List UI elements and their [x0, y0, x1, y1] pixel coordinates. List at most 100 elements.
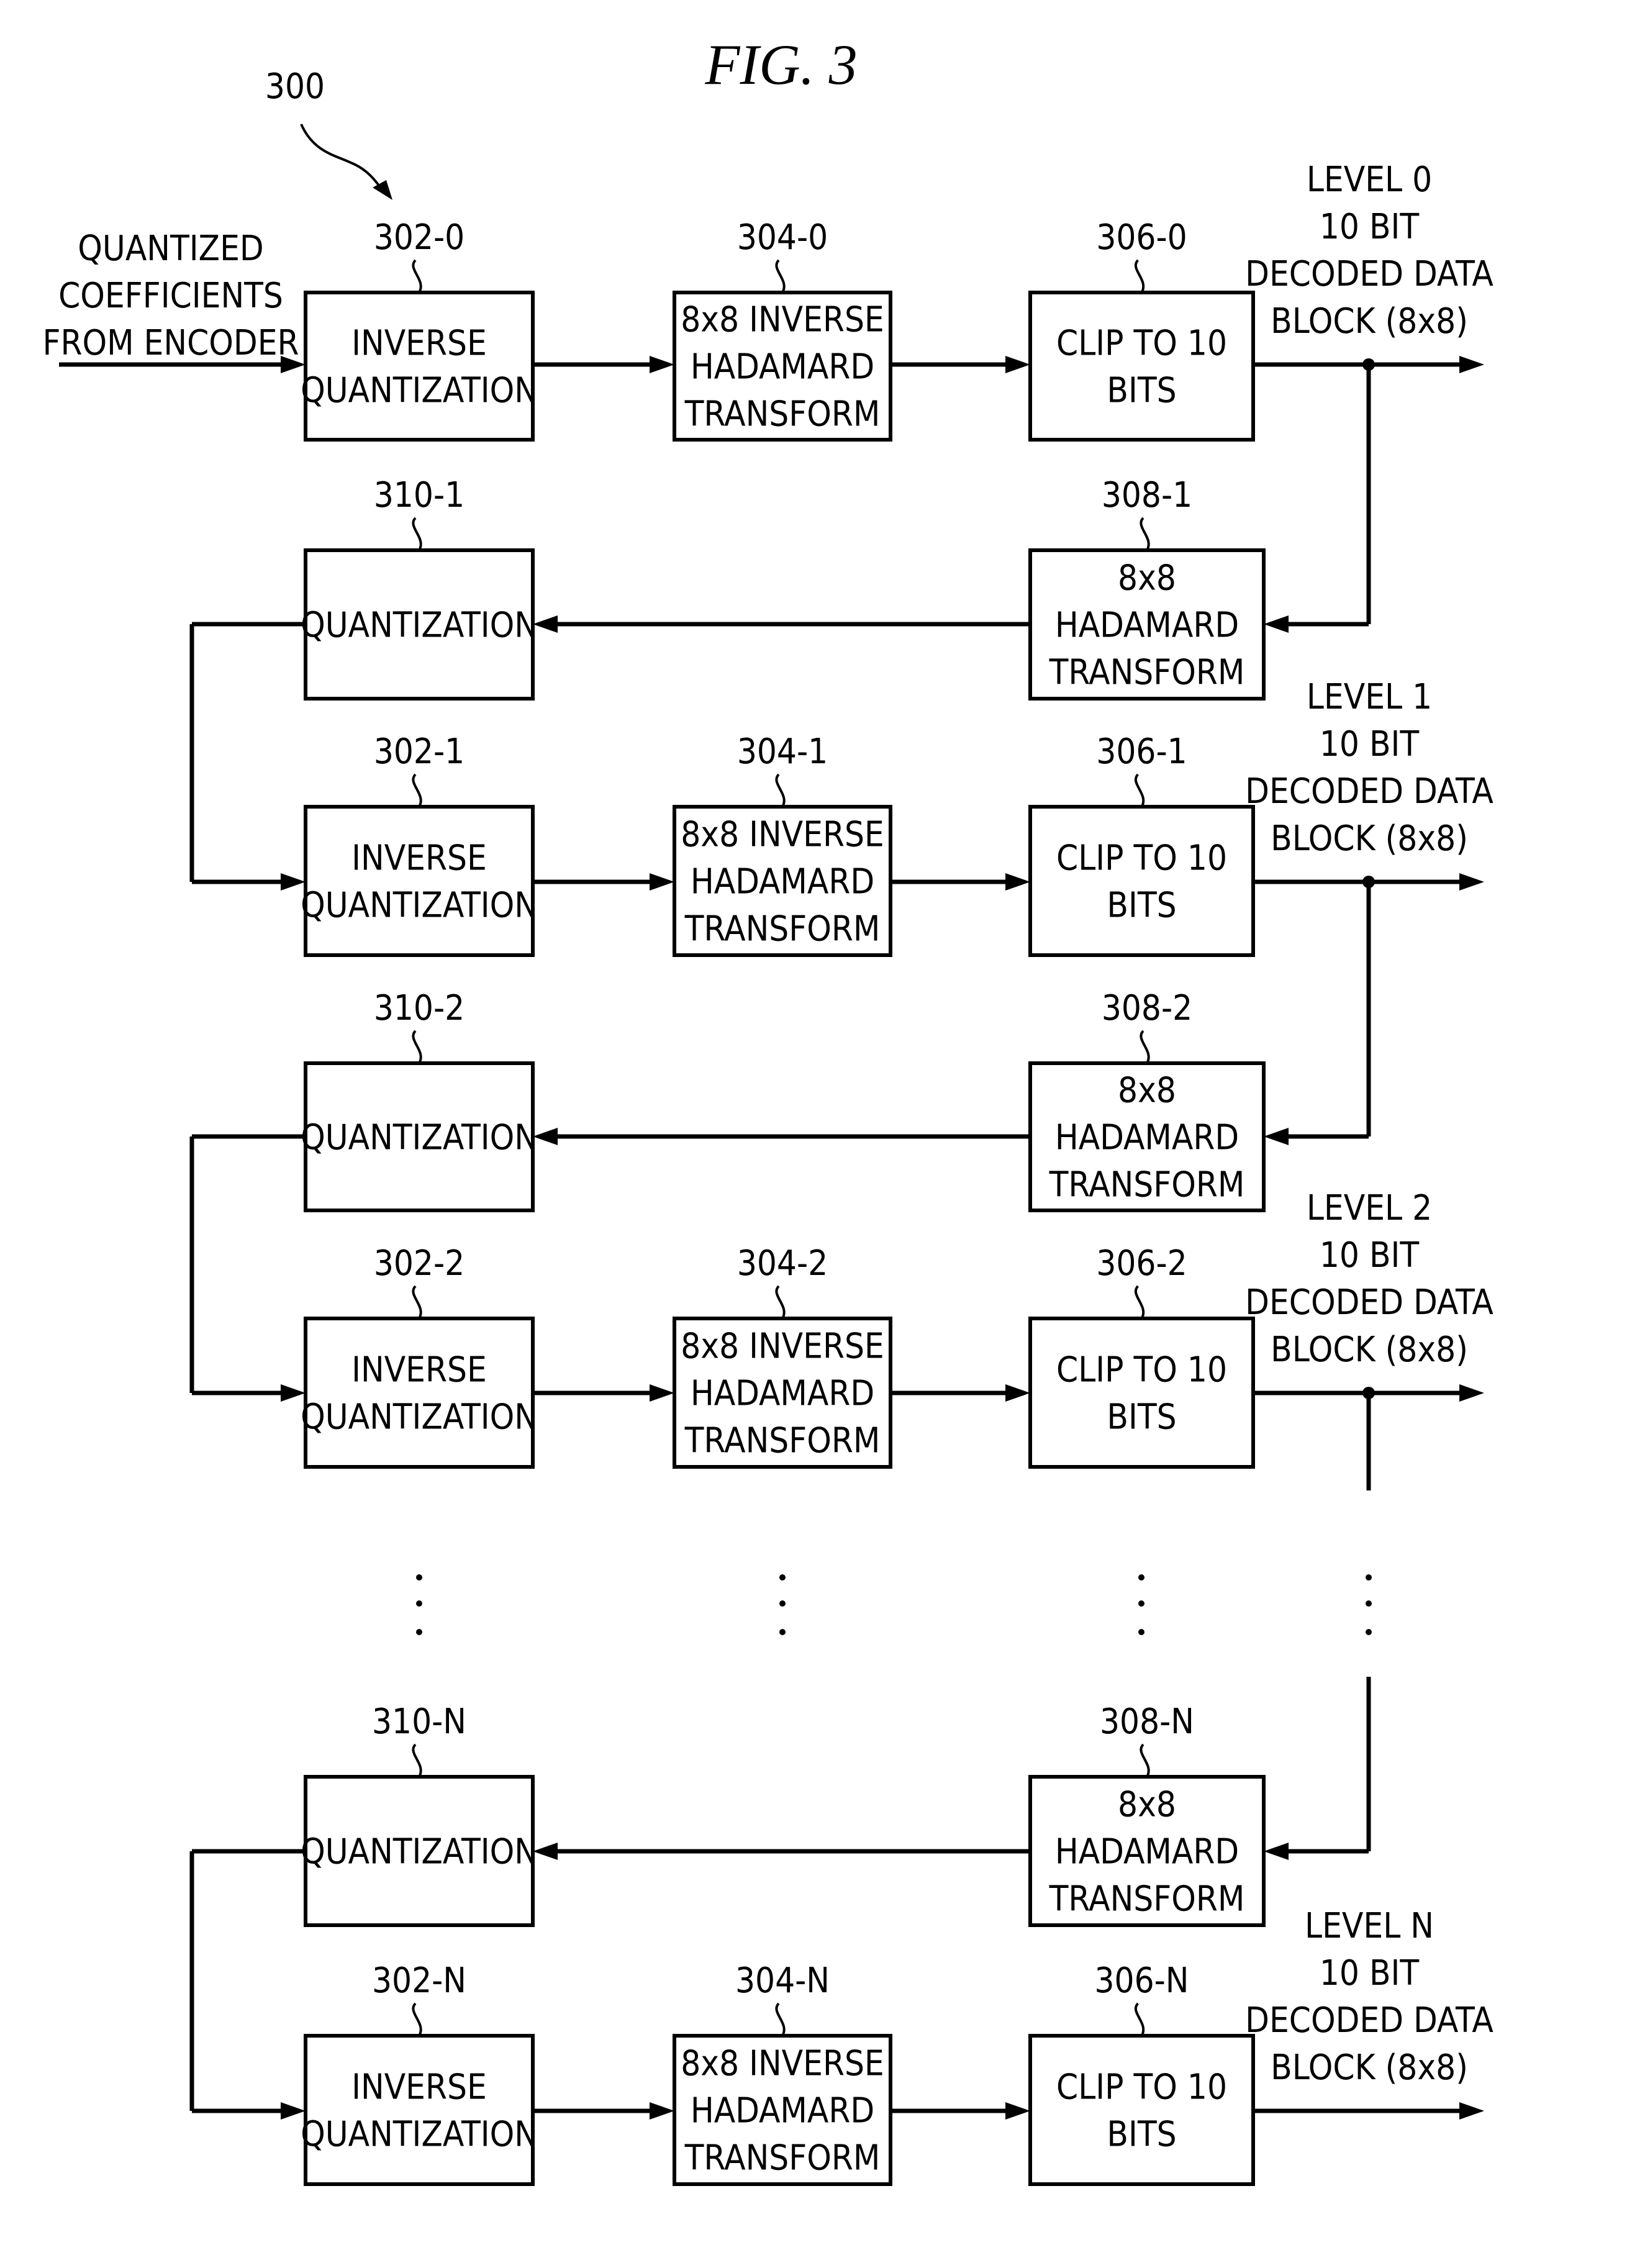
level-1-inverse-quantization-ref-label: 302-1: [374, 732, 465, 772]
figure-reference-number: 300: [265, 66, 325, 107]
level-2-output-label-line: BLOCK (8x8): [1271, 1330, 1468, 1370]
level-2-output-label-line: LEVEL 2: [1307, 1188, 1432, 1228]
level-0-output-arrow-arrowhead: [1459, 356, 1484, 373]
level-0-clip-box: [1028, 291, 1255, 442]
feedback-2-hadamard-ref-leader: [1140, 1030, 1150, 1064]
level-n-clip-ref-leader: [1135, 2002, 1144, 2037]
level-0-inverse-quantization-ref-label: 302-0: [374, 217, 465, 258]
level-1-inverse-quantization-text-line: INVERSE: [351, 838, 487, 879]
level-2-arrow-iq-to-ih-arrowhead: [650, 1384, 674, 1402]
feedback-1-quantization-text-line: QUANTIZATION: [301, 606, 538, 646]
level-n-output-label-line: LEVEL N: [1305, 1906, 1434, 1946]
level-1-inverse-quantization-text-line: QUANTIZATION: [301, 886, 538, 926]
level-0-clip-text-line: BITS: [1107, 371, 1176, 411]
fig3-block-diagram: FIG. 3 300 QUANTIZED COEFFICIENTS FROM ENC…: [42, 33, 1493, 2186]
feedback-1-hadamard-ref-leader: [1140, 517, 1150, 551]
level-n-output-label-line: DECODED DATA: [1245, 2000, 1493, 2041]
level-n-clip-text-line: BITS: [1107, 2115, 1176, 2155]
level-0-clip-text-line: CLIP TO 10: [1056, 324, 1227, 364]
ellipsis-dot-col0-0: [416, 1574, 422, 1581]
level-n-clip-box: [1028, 2034, 1255, 2186]
feedback-2-arrow-into-hadamard-arrowhead: [1264, 1128, 1289, 1145]
level-n-arrow-iq-to-ih-arrowhead: [650, 2102, 674, 2120]
level-1-output-label-line: DECODED DATA: [1245, 771, 1493, 812]
level-n-inverse-hadamard-text-line: TRANSFORM: [684, 2138, 881, 2179]
level-1-clip-text-line: BITS: [1107, 886, 1176, 926]
ellipsis-dot-col2-1: [1138, 1600, 1144, 1607]
feedback-1-hadamard-text-line: HADAMARD: [1055, 606, 1239, 646]
feedback-n-quantization-text-line: QUANTIZATION: [301, 1832, 538, 1872]
level-1-inverse-quantization-ref-leader: [412, 773, 422, 808]
feedback-n-hadamard-text-line: TRANSFORM: [1049, 1879, 1245, 1920]
feedback-2-quantization-ref-leader: [412, 1030, 422, 1064]
level-n-inverse-hadamard-text-line: HADAMARD: [691, 2091, 874, 2131]
level-0-output-label-line: 10 BIT: [1320, 207, 1420, 247]
level-2-inverse-quantization-text-line: QUANTIZATION: [301, 1397, 538, 1438]
level-0-arrow-iq-to-ih-arrowhead: [650, 356, 674, 373]
level-n-inverse-quantization-text-line: INVERSE: [351, 2067, 487, 2108]
level-2-inverse-hadamard-ref-label: 304-2: [737, 1243, 828, 1284]
level-1-inverse-hadamard-ref-label: 304-1: [737, 732, 828, 772]
level-n-output-label-line: 10 BIT: [1320, 1953, 1420, 1994]
level-1-inverse-quantization-box: [304, 805, 535, 957]
feedback-1-hadamard-text-line: 8x8: [1118, 558, 1176, 599]
reference-leader-arrow: [300, 124, 385, 194]
level-0-inverse-hadamard-ref-label: 304-0: [737, 217, 828, 258]
level-2-output-label-line: DECODED DATA: [1245, 1282, 1493, 1323]
level-2-clip-ref-leader: [1135, 1285, 1144, 1320]
level-0-inverse-hadamard-text-line: 8x8 INVERSE: [681, 300, 884, 340]
level-2-output-arrow-arrowhead: [1459, 1384, 1484, 1402]
level-2-inverse-hadamard-ref-leader: [775, 1285, 786, 1320]
level-1-inverse-hadamard-text-line: 8x8 INVERSE: [681, 815, 884, 855]
level-2-clip-ref-label: 306-2: [1096, 1243, 1187, 1284]
level-1-clip-ref-label: 306-1: [1096, 732, 1187, 772]
ellipsis-dot-col3-2: [1366, 1629, 1372, 1635]
level-n-inverse-quantization-box: [304, 2034, 535, 2186]
level-n-inverse-quantization-text-line: QUANTIZATION: [301, 2115, 538, 2155]
feedback-2-hadamard-ref-label: 308-2: [1102, 988, 1192, 1028]
level-1-clip-ref-leader: [1135, 773, 1144, 808]
level-1-inverse-hadamard-text-line: HADAMARD: [691, 862, 874, 902]
level-2-output-label-line: 10 BIT: [1320, 1235, 1420, 1276]
feedback-2-quantization-text-line: QUANTIZATION: [301, 1118, 538, 1158]
level-2-inverse-quantization-ref-label: 302-2: [374, 1243, 465, 1284]
level-1-output-label-line: BLOCK (8x8): [1271, 819, 1468, 859]
level-1-inverse-hadamard-ref-leader: [775, 773, 786, 808]
level-0-clip-ref-leader: [1135, 259, 1144, 294]
feedback-n-hadamard-text-line: HADAMARD: [1055, 1832, 1239, 1872]
feedback-n-quantization-ref-label: 310-N: [372, 1702, 466, 1742]
level-n-inverse-hadamard-text-line: 8x8 INVERSE: [681, 2044, 884, 2084]
level-2-inverse-hadamard-text-line: 8x8 INVERSE: [681, 1327, 884, 1367]
level-1-output-label-line: LEVEL 1: [1307, 677, 1432, 717]
ellipsis-dot-col3-1: [1366, 1600, 1372, 1607]
level-1-arrow-ih-to-clip-arrowhead: [1005, 873, 1030, 891]
level-1-output-arrow-arrowhead: [1459, 873, 1484, 891]
input-label-line: FROM ENCODER: [42, 323, 299, 363]
ellipsis-dot-col3-0: [1366, 1574, 1372, 1581]
level-n-inverse-hadamard-ref-label: 304-N: [735, 1961, 830, 2001]
level-2-inverse-hadamard-text-line: HADAMARD: [691, 1374, 874, 1414]
level-0-clip-ref-label: 306-0: [1096, 217, 1187, 258]
feedback-1-hadamard-text-line: TRANSFORM: [1049, 653, 1245, 693]
level-2-clip-text-line: CLIP TO 10: [1056, 1350, 1227, 1390]
level-2-arrow-ih-to-clip-arrowhead: [1005, 1384, 1030, 1402]
level-2-inverse-hadamard-text-line: TRANSFORM: [684, 1421, 881, 1461]
ellipsis-dot-col1-0: [779, 1574, 786, 1581]
feedback-2-quantization-ref-label: 310-2: [374, 988, 465, 1028]
ellipsis-dot-col1-1: [779, 1600, 786, 1607]
level-0-inverse-hadamard-text-line: HADAMARD: [691, 347, 874, 388]
level-1-clip-box: [1028, 805, 1255, 957]
feedback-n-hadamard-text-line: 8x8: [1118, 1785, 1176, 1825]
level-0-arrow-ih-to-clip-arrowhead: [1005, 356, 1030, 373]
level-n-clip-text-line: CLIP TO 10: [1056, 2067, 1227, 2108]
level-2-clip-text-line: BITS: [1107, 1397, 1176, 1438]
level-0-output-label-line: DECODED DATA: [1245, 254, 1493, 294]
level-n-clip-ref-label: 306-N: [1094, 1961, 1189, 2001]
level-0-output-label-line: LEVEL 0: [1307, 160, 1432, 200]
level-n-inverse-quantization-ref-leader: [412, 2002, 422, 2037]
level-1-arrow-iq-to-ih-arrowhead: [650, 873, 674, 891]
level-0-inverse-quantization-box: [304, 291, 535, 442]
level-0-inverse-quantization-ref-leader: [412, 259, 422, 294]
feedback-n-hadamard-ref-label: 308-N: [1100, 1702, 1194, 1742]
level-n-inverse-hadamard-ref-leader: [775, 2002, 786, 2037]
